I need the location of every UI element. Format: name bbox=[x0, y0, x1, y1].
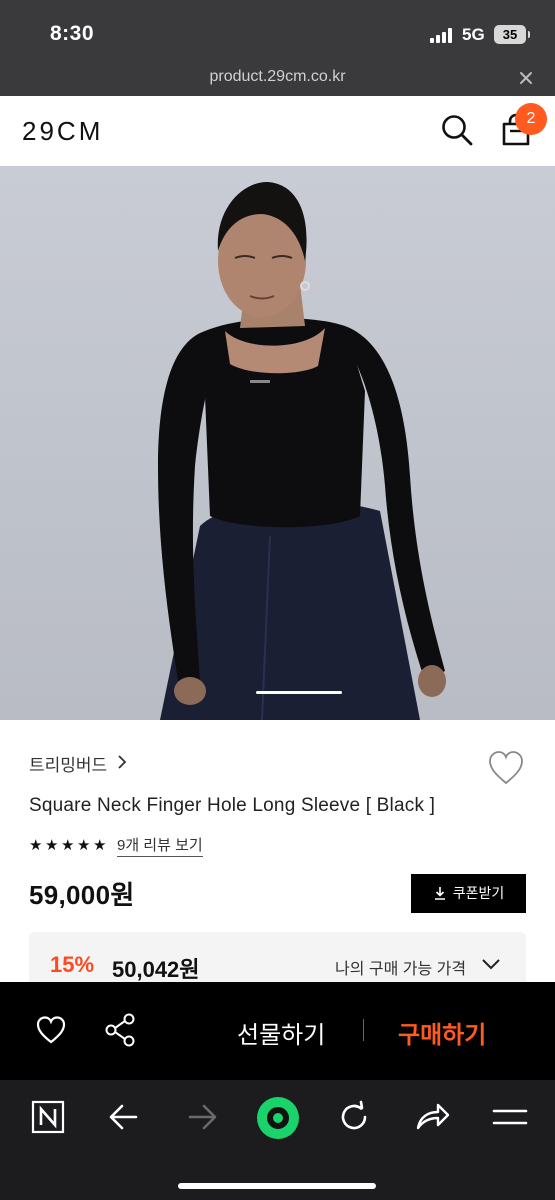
site-logo[interactable]: 29CM bbox=[22, 116, 103, 147]
chevron-down-icon[interactable] bbox=[481, 958, 501, 970]
chevron-right-icon[interactable] bbox=[117, 754, 127, 770]
menu-icon[interactable] bbox=[490, 1100, 530, 1134]
network-type: 5G bbox=[462, 25, 485, 44]
brand-link[interactable]: 트리밍버드 bbox=[29, 751, 107, 776]
browser-toolbar bbox=[0, 1080, 555, 1200]
naver-icon[interactable] bbox=[28, 1100, 68, 1134]
close-icon[interactable] bbox=[516, 68, 536, 88]
download-icon bbox=[434, 887, 445, 900]
image-carousel-indicator bbox=[256, 691, 342, 694]
url-text[interactable]: product.29cm.co.kr bbox=[0, 68, 555, 86]
heart-icon[interactable] bbox=[487, 750, 525, 786]
back-icon[interactable] bbox=[104, 1100, 144, 1134]
star-icon: ★ bbox=[93, 837, 107, 854]
coupon-button[interactable]: 쿠폰받기 bbox=[411, 874, 526, 913]
product-price: 59,000원 bbox=[29, 880, 135, 910]
buy-button[interactable]: 구매하기 bbox=[398, 1015, 486, 1050]
star-icon: ★ bbox=[61, 837, 75, 854]
battery-icon: 35 bbox=[494, 25, 530, 44]
share-arrow-icon[interactable] bbox=[412, 1100, 452, 1134]
site-header: 29CM bbox=[0, 96, 555, 166]
divider bbox=[363, 1019, 364, 1041]
review-link[interactable]: 9개 리뷰 보기 bbox=[117, 834, 203, 857]
share-icon[interactable] bbox=[104, 1013, 136, 1047]
search-icon[interactable] bbox=[440, 113, 474, 147]
signal-icon bbox=[430, 27, 456, 43]
home-indicator bbox=[178, 1183, 376, 1189]
product-info: 트리밍버드 Square Neck Finger Hole Long Sleev… bbox=[0, 720, 555, 992]
discount-rate: 15% bbox=[50, 952, 95, 977]
purchase-action-bar: 선물하기 구매하기 bbox=[0, 982, 555, 1080]
cart-count-badge[interactable]: 2 bbox=[515, 103, 547, 135]
reload-icon[interactable] bbox=[334, 1100, 374, 1134]
status-bar: 8:30 5G 35 bbox=[0, 0, 555, 62]
discount-label: 나의 구매 가능 가격 bbox=[335, 961, 467, 978]
status-time: 8:30 bbox=[50, 22, 95, 45]
product-name: Square Neck Finger Hole Long Sleeve [ Bl… bbox=[29, 795, 436, 816]
gift-button[interactable]: 선물하기 bbox=[237, 1015, 325, 1050]
url-bar[interactable]: product.29cm.co.kr bbox=[0, 62, 555, 96]
star-icon: ★ bbox=[45, 837, 59, 854]
forward-icon[interactable] bbox=[182, 1100, 222, 1134]
discount-price: 50,042원 bbox=[112, 957, 200, 982]
star-icon: ★ bbox=[29, 837, 43, 854]
model-illustration bbox=[158, 181, 446, 720]
product-image[interactable] bbox=[0, 166, 555, 720]
heart-icon[interactable] bbox=[35, 1015, 67, 1045]
coupon-label: 쿠폰받기 bbox=[452, 885, 505, 901]
rating-stars: ★ ★ ★ ★ ★ bbox=[29, 837, 109, 853]
star-icon: ★ bbox=[77, 837, 91, 854]
home-dot-icon[interactable] bbox=[256, 1096, 300, 1140]
